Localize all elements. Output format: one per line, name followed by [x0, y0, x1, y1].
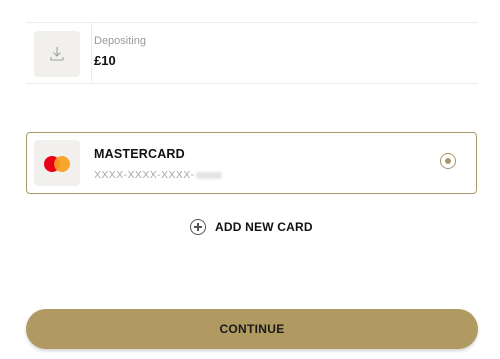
card-brand: MASTERCARD — [94, 147, 185, 161]
payment-page: Depositing £10 MASTERCARD XXXX-XXXX-XXXX… — [0, 0, 500, 359]
card-number-mask — [195, 171, 222, 179]
add-new-card-label: ADD NEW CARD — [215, 220, 313, 234]
deposit-divider — [91, 23, 92, 83]
plus-circle-icon — [190, 219, 206, 235]
mastercard-logo — [44, 156, 70, 172]
card-number-text: XXXX-XXXX-XXXX- — [94, 169, 195, 181]
add-new-card-button[interactable]: ADD NEW CARD — [190, 218, 313, 236]
deposit-label: Depositing — [94, 35, 146, 47]
deposit-amount: £10 — [94, 53, 116, 68]
deposit-summary: Depositing £10 — [26, 22, 478, 84]
download-icon — [50, 47, 64, 61]
card-option-mastercard[interactable]: MASTERCARD XXXX-XXXX-XXXX- — [26, 132, 477, 194]
mastercard-orange-circle — [54, 156, 70, 172]
card-logo-tile — [34, 140, 80, 186]
radio-selected-dot — [444, 157, 451, 164]
continue-button[interactable]: CONTINUE — [26, 309, 478, 349]
deposit-icon-tile — [34, 31, 80, 77]
continue-label: CONTINUE — [219, 322, 285, 336]
card-number: XXXX-XXXX-XXXX- — [94, 169, 222, 181]
card-select-radio[interactable] — [440, 153, 456, 169]
